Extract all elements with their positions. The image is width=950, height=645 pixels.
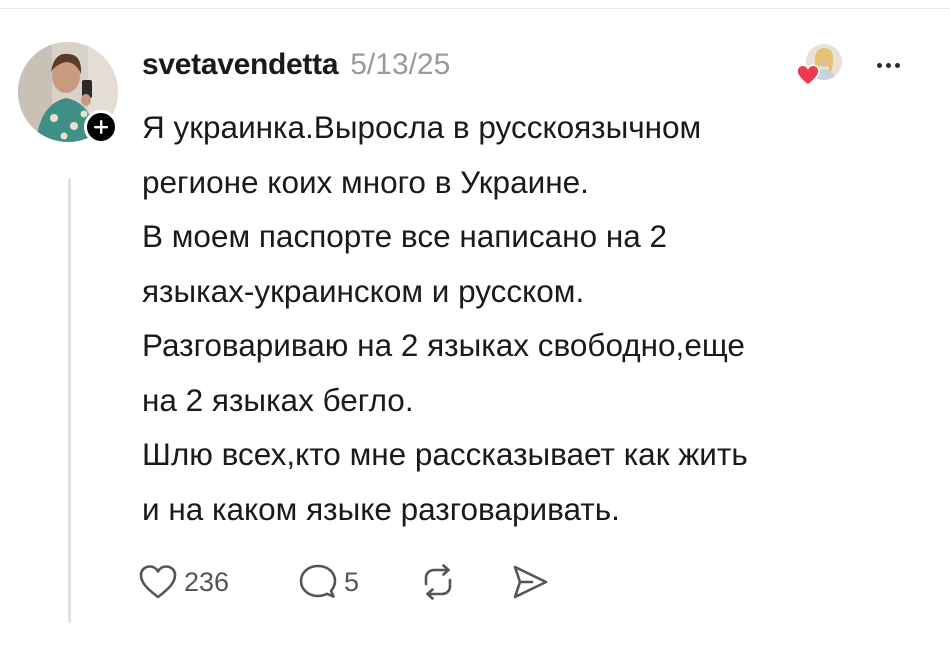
- more-horizontal-icon: [876, 62, 882, 68]
- share-button[interactable]: [510, 563, 550, 601]
- post-body-line: Я украинка.Выросла в русскоязычном: [142, 109, 702, 145]
- more-horizontal-icon-dot: [894, 62, 900, 68]
- plus-icon: [94, 120, 108, 134]
- username[interactable]: svetavendetta: [142, 48, 339, 82]
- repost-arrows-icon: [424, 564, 452, 600]
- post-body-line: регионе коих много в Украине.: [142, 163, 589, 200]
- like-count: 236: [184, 566, 230, 597]
- timestamp: 5/13/25: [350, 48, 451, 81]
- author-avatar-container[interactable]: [18, 42, 122, 146]
- liked-by-indicator[interactable]: [796, 44, 846, 88]
- post-body-line: языках-украинском и русском.: [142, 272, 585, 309]
- post-body-line: на 2 языках бегло.: [142, 381, 414, 418]
- repost-button[interactable]: [418, 562, 510, 602]
- post-body-line: Разговариваю на 2 языках свободно,еще: [142, 327, 745, 363]
- follow-button[interactable]: [84, 110, 118, 144]
- thread-post: svetavendetta 5/13/25 Я украинка.Выросла…: [0, 0, 950, 645]
- send-icon: [513, 565, 548, 599]
- post-body-line: и на каком языке разговаривать.: [142, 490, 620, 527]
- more-options-button[interactable]: [868, 50, 908, 80]
- post-header: svetavendetta 5/13/25: [142, 48, 450, 84]
- post-body: Я украинка.Выросла в русскоязычном регио…: [142, 100, 922, 536]
- like-button[interactable]: 236: [138, 564, 298, 600]
- action-bar: 236 5: [138, 560, 550, 604]
- heart-filled-icon: [796, 64, 820, 86]
- post-body-line: В моем паспорте все написано на 2: [142, 218, 668, 254]
- thread-line: [68, 178, 71, 623]
- comment-bubble-icon: [299, 564, 337, 598]
- comment-count: 5: [344, 566, 360, 597]
- heart-outline-icon: [139, 565, 177, 599]
- post-body-line: Шлю всех,кто мне рассказывает как жить: [142, 436, 748, 472]
- comment-button[interactable]: 5: [298, 563, 418, 601]
- more-horizontal-icon-dot: [885, 62, 891, 68]
